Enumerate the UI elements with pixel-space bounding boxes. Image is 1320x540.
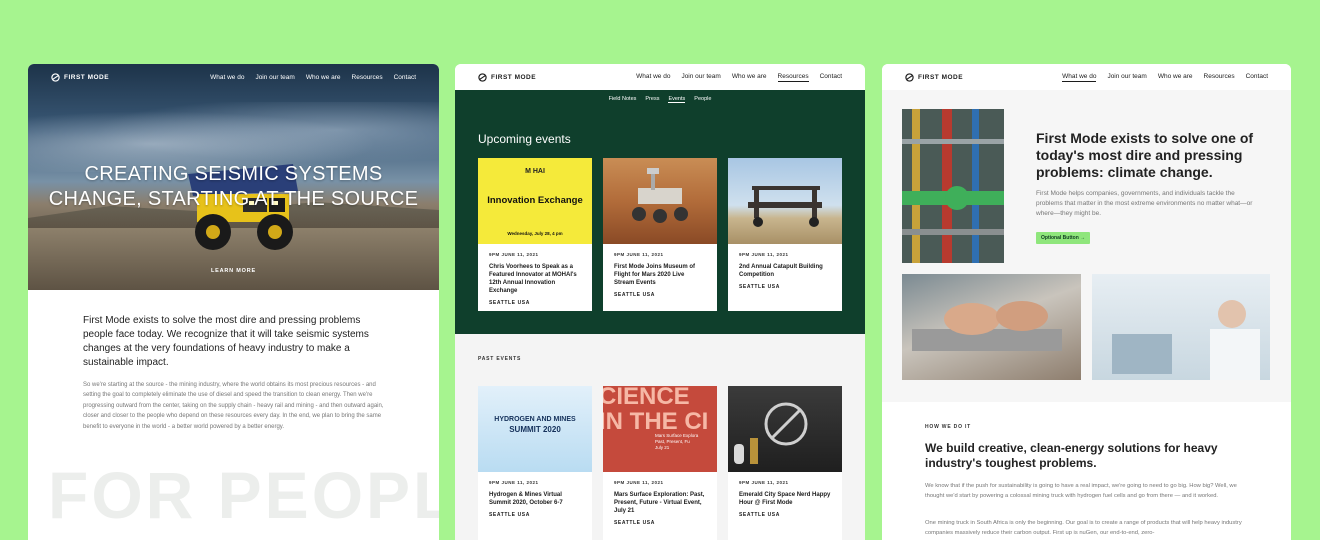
science-in-the-city-image: CIENCE IN THE CI Mars Surface Explora Pa… xyxy=(603,386,717,472)
nav-resources[interactable]: Resources xyxy=(352,74,383,81)
lab-worker-image xyxy=(1092,274,1270,380)
about-heading: First Mode exists to solve one of today'… xyxy=(1036,130,1254,180)
event-title[interactable]: First Mode Joins Museum of Flight for Ma… xyxy=(614,263,706,287)
event-card[interactable]: HYDROGEN AND MINES SUMMIT 2020 9PM JUNE … xyxy=(478,386,592,540)
intro-lead: First Mode exists to solve the most dire… xyxy=(83,315,369,368)
brand-name: FIRST MODE xyxy=(491,73,537,81)
event-date: 9PM JUNE 11, 2021 xyxy=(489,252,539,257)
innovation-exchange-image: M HAI Innovation Exchange Wednesday, Jul… xyxy=(478,158,592,244)
innovation-exchange-text: Innovation Exchange xyxy=(487,195,583,206)
nav-what-we-do[interactable]: What we do xyxy=(636,73,670,82)
nav-contact[interactable]: Contact xyxy=(394,74,416,81)
first-mode-logo-icon xyxy=(905,72,914,82)
event-date: 9PM JUNE 11, 2021 xyxy=(739,252,789,257)
brand-logo[interactable]: FIRST MODE xyxy=(905,72,964,82)
event-card[interactable]: M HAI Innovation Exchange Wednesday, Jul… xyxy=(478,158,592,311)
event-location: SEATTLE USA xyxy=(489,512,530,518)
nav-join-our-team[interactable]: Join our team xyxy=(255,74,294,81)
nav-what-we-do[interactable]: What we do xyxy=(210,74,244,81)
subnav-events[interactable]: Events xyxy=(668,96,686,103)
first-mode-logo-icon xyxy=(51,72,60,82)
subnav-press[interactable]: Press xyxy=(645,96,659,103)
about-page-panel: FIRST MODE What we do Join our team Who … xyxy=(882,64,1291,540)
intro-body: So we're starting at the source - the mi… xyxy=(83,382,384,430)
nav-who-we-are[interactable]: Who we are xyxy=(306,74,341,81)
resources-subnav: Field Notes Press Events People xyxy=(455,96,865,103)
space-nerd-image xyxy=(728,386,842,472)
summit-2020-text: SUMMIT 2020 xyxy=(509,425,561,434)
event-date: 9PM JUNE 11, 2021 xyxy=(489,480,539,485)
how-heading: We build creative, clean-energy solution… xyxy=(925,441,1218,470)
event-card[interactable]: 9PM JUNE 11, 2021 2nd Annual Catapult Bu… xyxy=(728,158,842,311)
brand-name: FIRST MODE xyxy=(64,73,110,81)
nav-contact[interactable]: Contact xyxy=(1246,73,1268,82)
main-nav: FIRST MODE What we do Join our team Who … xyxy=(28,64,439,90)
learn-more-link[interactable]: LEARN MORE xyxy=(28,268,439,274)
hero-title: CREATING SEISMIC SYSTEMS CHANGE, STARTIN… xyxy=(28,162,439,212)
main-nav: FIRST MODE What we do Join our team Who … xyxy=(882,64,1291,90)
first-mode-logo-icon xyxy=(478,72,487,82)
nav-resources[interactable]: Resources xyxy=(1204,73,1235,82)
optional-button[interactable]: Optional Button → xyxy=(1036,232,1091,244)
hero-title-line-2: CHANGE, STARTING AT THE SOURCE xyxy=(48,188,419,210)
nav-who-we-are[interactable]: Who we are xyxy=(1158,73,1193,82)
subnav-field-notes[interactable]: Field Notes xyxy=(609,96,637,103)
hydrogen-mines-image: HYDROGEN AND MINES SUMMIT 2020 xyxy=(478,386,592,472)
event-title[interactable]: Hydrogen & Mines Virtual Summit 2020, Oc… xyxy=(489,491,581,507)
event-date: 9PM JUNE 11, 2021 xyxy=(614,252,664,257)
pipes-image xyxy=(902,109,1004,263)
event-date: 9PM JUNE 11, 2021 xyxy=(739,480,789,485)
event-title[interactable]: Chris Voorhees to Speak as a Featured In… xyxy=(489,263,581,295)
how-we-do-it-label: HOW WE DO IT xyxy=(925,424,971,430)
innovation-exchange-date: Wednesday, July 28, 4 pm xyxy=(507,231,563,236)
event-date: 9PM JUNE 11, 2021 xyxy=(614,480,664,485)
upcoming-events-title: Upcoming events xyxy=(478,132,571,146)
how-body-2: One mining truck in South Africa is only… xyxy=(925,520,1242,536)
event-location: SEATTLE USA xyxy=(614,292,655,298)
mars-rover-image xyxy=(603,158,717,244)
event-location: SEATTLE USA xyxy=(489,300,530,306)
event-title[interactable]: 2nd Annual Catapult Building Competition xyxy=(739,263,831,279)
science-in-the-city-text: CIENCE IN THE CI xyxy=(603,386,709,435)
nav-join-our-team[interactable]: Join our team xyxy=(1107,73,1146,82)
event-title[interactable]: Emerald City Space Nerd Happy Hour @ Fir… xyxy=(739,491,831,507)
event-card[interactable]: 9PM JUNE 11, 2021 First Mode Joins Museu… xyxy=(603,158,717,311)
past-events-label: PAST EVENTS xyxy=(478,356,522,362)
hands-working-image xyxy=(902,274,1081,380)
nav-contact[interactable]: Contact xyxy=(820,73,842,82)
brand-logo[interactable]: FIRST MODE xyxy=(478,72,537,82)
event-card[interactable]: CIENCE IN THE CI Mars Surface Explora Pa… xyxy=(603,386,717,540)
nav-resources[interactable]: Resources xyxy=(777,73,809,82)
mars-surface-text: Mars Surface Explora Past, Present, Fu J… xyxy=(655,433,699,450)
event-location: SEATTLE USA xyxy=(739,512,780,518)
nav-who-we-are[interactable]: Who we are xyxy=(732,73,767,82)
brand-logo[interactable]: FIRST MODE xyxy=(51,72,110,82)
mohai-logo-text: M HAI xyxy=(525,168,545,175)
event-location: SEATTLE USA xyxy=(739,284,780,290)
event-title[interactable]: Mars Surface Exploration: Past, Present,… xyxy=(614,491,706,515)
home-page-panel: FIRST MODE What we do Join our team Who … xyxy=(28,64,439,540)
hero-title-line-1: CREATING SEISMIC SYSTEMS xyxy=(84,163,383,185)
main-nav: FIRST MODE What we do Join our team Who … xyxy=(455,64,865,90)
watermark-text: FOR PEOPL xyxy=(48,458,439,532)
brand-name: FIRST MODE xyxy=(918,73,964,81)
hydrogen-mines-text: HYDROGEN AND MINES xyxy=(494,416,576,423)
subnav-people[interactable]: People xyxy=(694,96,711,103)
events-page-panel: FIRST MODE What we do Join our team Who … xyxy=(455,64,865,540)
event-location: SEATTLE USA xyxy=(614,520,655,526)
nav-join-our-team[interactable]: Join our team xyxy=(681,73,720,82)
nav-what-we-do[interactable]: What we do xyxy=(1062,73,1097,82)
event-card[interactable]: 9PM JUNE 11, 2021 Emerald City Space Ner… xyxy=(728,386,842,540)
about-paragraph: First Mode helps companies, governments,… xyxy=(1036,190,1253,218)
catapult-image xyxy=(728,158,842,244)
how-body-1: We know that if the push for sustainabil… xyxy=(925,483,1237,499)
